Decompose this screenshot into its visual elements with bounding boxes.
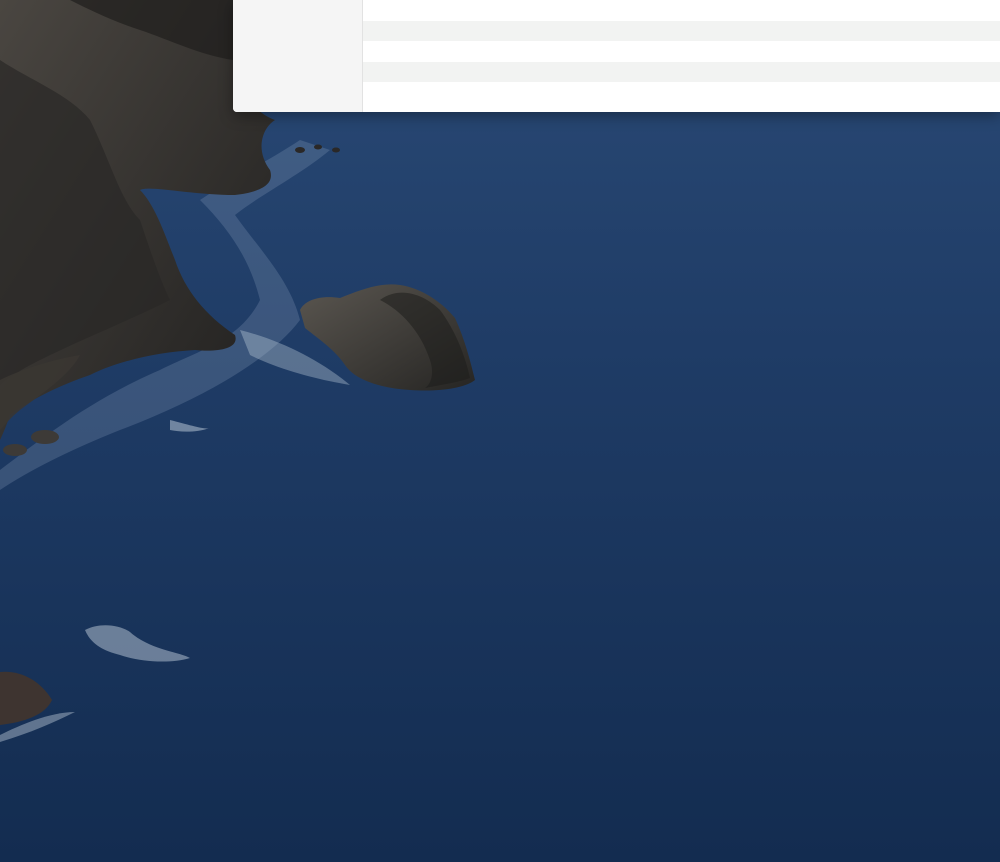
finder-sidebar[interactable] [233, 0, 363, 112]
list-row[interactable] [363, 82, 1000, 103]
desktop[interactable] [0, 0, 1000, 862]
list-row[interactable] [363, 20, 1000, 41]
list-row[interactable] [363, 41, 1000, 62]
list-row[interactable] [363, 0, 1000, 21]
desktop-wallpaper [0, 0, 1000, 862]
list-row[interactable] [363, 61, 1000, 82]
finder-window[interactable] [233, 0, 1000, 112]
finder-file-list[interactable] [363, 0, 1000, 112]
